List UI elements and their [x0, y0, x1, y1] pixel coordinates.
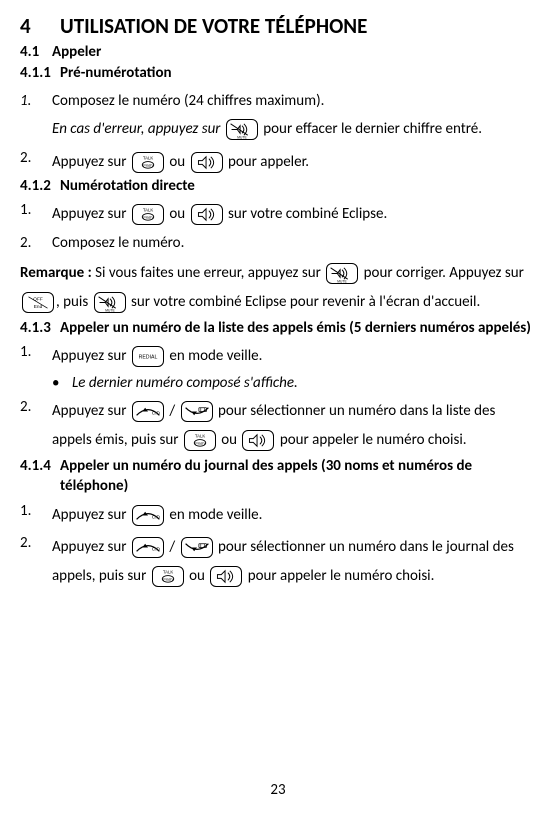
- text: pour corriger. Appuyez sur: [364, 264, 524, 282]
- heading-4: 4 UTILISATION DE VOTRE TÉLÉPHONE: [20, 12, 536, 42]
- h-413-num: 4.1.3: [20, 318, 60, 338]
- heading-4-1-4: 4.1.4 Appeler un numéro du journal des a…: [20, 456, 536, 497]
- h-414-title: Appeler un numéro du journal des appels …: [60, 456, 536, 497]
- text: Appuyez sur: [52, 538, 127, 556]
- text: en mode veille.: [169, 506, 262, 524]
- talk-key-icon: [132, 204, 164, 225]
- heading-4-title: UTILISATION DE VOTRE TÉLÉPHONE: [60, 12, 367, 40]
- redial-key-icon: [132, 346, 164, 367]
- list-num: 1.: [20, 91, 52, 144]
- speaker-key-icon: [191, 152, 223, 173]
- heading-4-num: 4: [20, 12, 60, 40]
- text: Appuyez sur: [52, 153, 127, 171]
- bullet: •: [52, 373, 72, 393]
- text: Appuyez sur: [52, 205, 127, 223]
- text: ou: [221, 431, 237, 449]
- remark-label: Remarque :: [20, 264, 92, 282]
- remark-paragraph: Remarque : Si vous faites une erreur, ap…: [20, 259, 536, 316]
- h-412-num: 4.1.2: [20, 176, 60, 196]
- text: /: [169, 402, 175, 420]
- speaker-key-icon: [242, 430, 274, 451]
- heading-4-1-2: 4.1.2 Numérotation directe: [20, 176, 536, 196]
- text: sur votre combiné Eclipse pour revenir à…: [131, 293, 480, 311]
- talk-key-icon: [132, 152, 164, 173]
- list-num: 2.: [20, 148, 52, 177]
- speaker-key-icon: [210, 566, 242, 587]
- text: sur votre combiné Eclipse.: [228, 205, 387, 223]
- talk-key-icon: [152, 566, 184, 587]
- list-num: 2.: [20, 233, 52, 253]
- text: pour appeler le numéro choisi.: [280, 431, 467, 449]
- text: Appuyez sur: [52, 402, 127, 420]
- text: Si vous faites une erreur, appuyez sur: [95, 264, 321, 282]
- h-411-title: Pré-numérotation: [60, 63, 172, 83]
- h-414-num: 4.1.4: [20, 456, 60, 476]
- text: pour appeler le numéro choisi.: [248, 567, 435, 585]
- off-key-icon: [22, 292, 54, 313]
- text: En cas d'erreur, appuyez sur: [52, 120, 220, 138]
- h-413-title: Appeler un numéro de la liste des appels…: [60, 318, 536, 338]
- text: pour effacer le dernier chiffre entré.: [263, 120, 482, 138]
- text: Appuyez sur: [52, 347, 127, 365]
- speaker-key-icon: [191, 204, 223, 225]
- down-key-icon: [181, 401, 213, 422]
- text: Le dernier numéro composé s'affiche.: [72, 373, 298, 393]
- list-num: 1.: [20, 501, 52, 530]
- mute-key-icon: [326, 263, 358, 284]
- text: Appuyez sur: [52, 506, 127, 524]
- text: Composez le numéro.: [52, 233, 536, 253]
- down-key-icon: [181, 537, 213, 558]
- page-number: 23: [0, 780, 556, 800]
- list-num: 2.: [20, 397, 52, 454]
- list-num: 2.: [20, 533, 52, 590]
- up-cid-key-icon: [132, 537, 164, 558]
- heading-4-1-3: 4.1.3 Appeler un numéro de la liste des …: [20, 318, 536, 338]
- heading-4-1-1: 4.1.1 Pré-numérotation: [20, 63, 536, 83]
- up-cid-key-icon: [132, 505, 164, 526]
- text: /: [169, 538, 175, 556]
- heading-4-1-title: Appeler: [52, 42, 101, 62]
- talk-key-icon: [184, 430, 216, 451]
- text: ou: [189, 567, 205, 585]
- heading-4-1-num: 4.1: [20, 42, 52, 62]
- h-411-num: 4.1.1: [20, 63, 60, 83]
- mute-key-icon: [226, 119, 258, 140]
- up-cid-key-icon: [132, 401, 164, 422]
- text: , puis: [56, 293, 88, 311]
- h-412-title: Numérotation directe: [60, 176, 195, 196]
- list-num: 1.: [20, 342, 52, 371]
- text: pour appeler.: [228, 153, 309, 171]
- text: ou: [169, 205, 185, 223]
- mute-key-icon: [94, 292, 126, 313]
- text: ou: [169, 153, 185, 171]
- heading-4-1: 4.1 Appeler: [20, 42, 536, 62]
- text: en mode veille.: [169, 347, 262, 365]
- list-num: 1.: [20, 200, 52, 229]
- text: Composez le numéro (24 chiffres maximum)…: [52, 91, 536, 111]
